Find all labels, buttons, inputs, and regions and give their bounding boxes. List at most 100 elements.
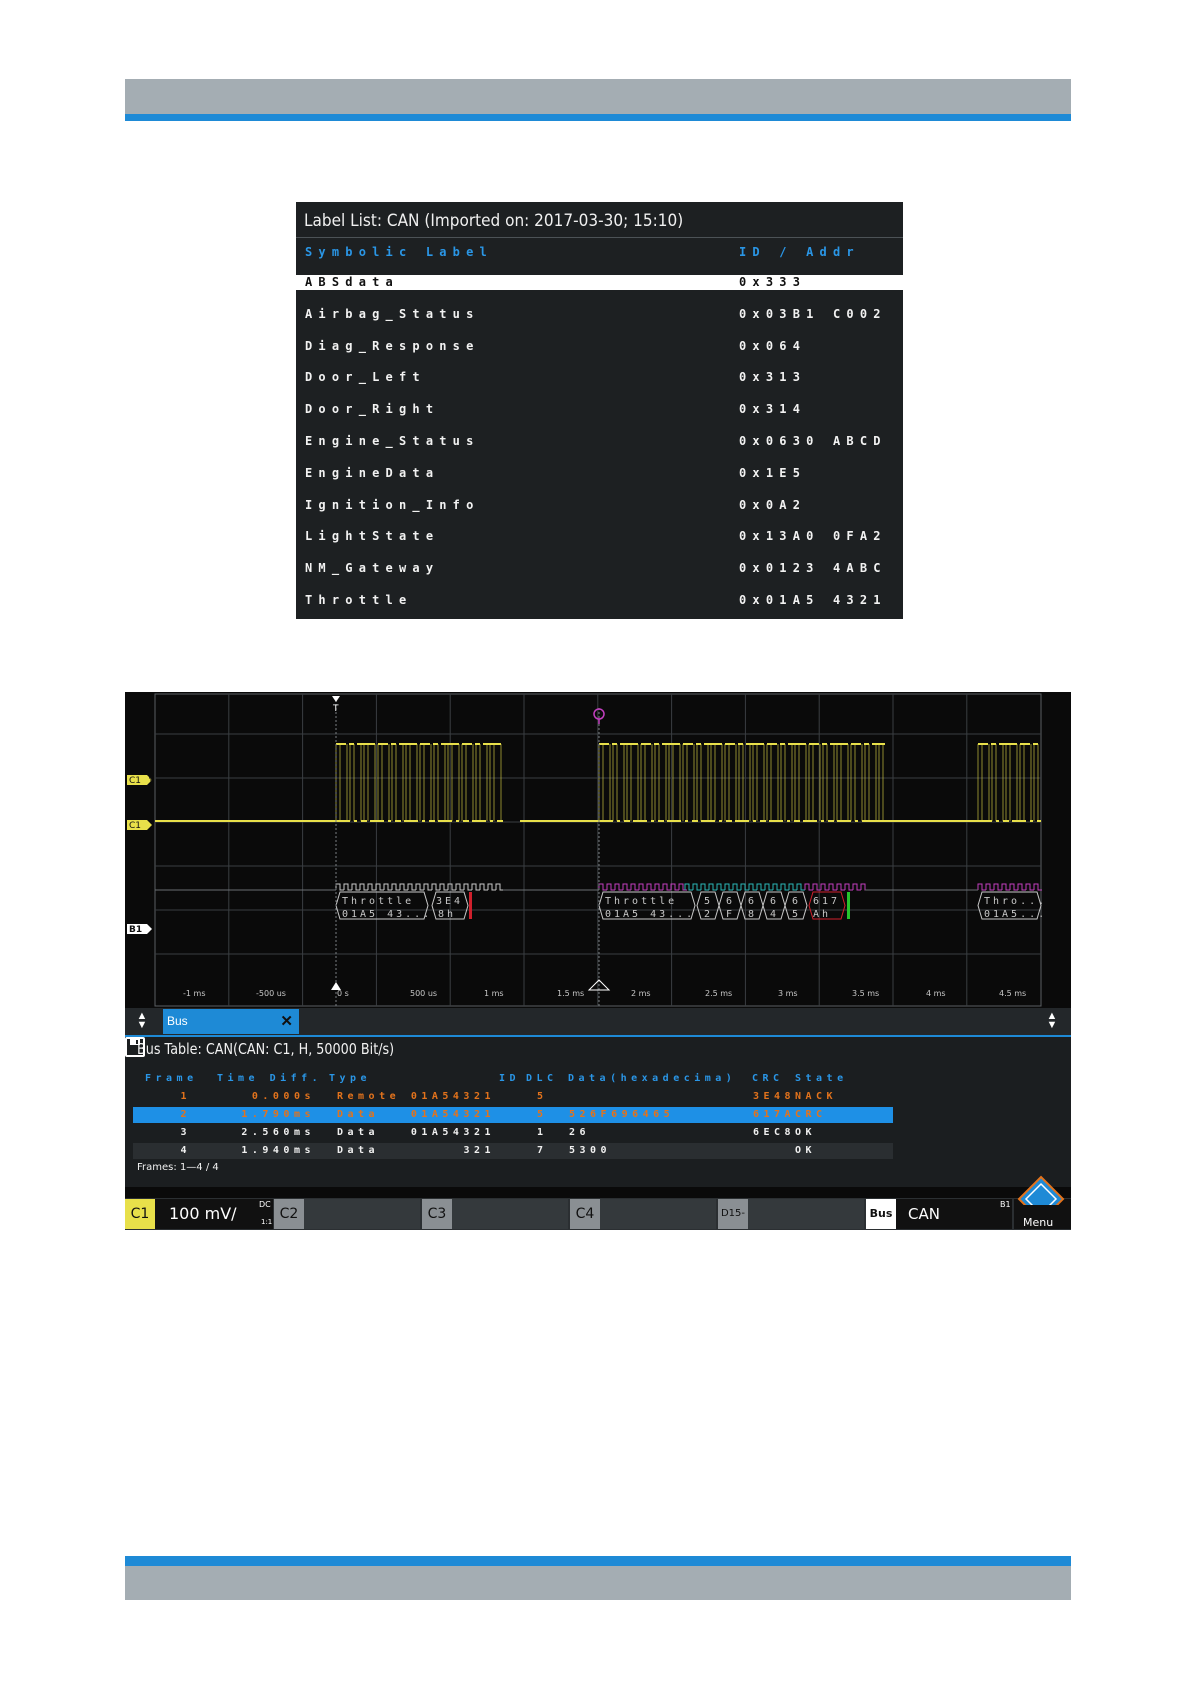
channel-c4-tag: C4	[570, 1199, 600, 1229]
symbolic-label-cell: Engine_Status	[305, 434, 480, 448]
channel-c1-ratio: 1:1	[261, 1218, 273, 1226]
decode-label: Ah	[813, 909, 831, 920]
cell-time: 2.560ms	[241, 1127, 315, 1138]
cell-frame: 1	[180, 1091, 191, 1102]
oscilloscope-screen: Throttle 01A5 43... 3E4 8h Throttle 01A5 43..…	[125, 692, 1071, 1230]
time-tick-label: 4 ms	[926, 989, 946, 998]
symbolic-label-cell: Throttle	[305, 593, 413, 607]
channel-bus-tag: Bus	[866, 1199, 896, 1229]
column-header-data[interactable]: Data(hexadecima)	[568, 1073, 736, 1084]
time-tick-label: -1 ms	[183, 989, 205, 998]
cell-data: 26	[569, 1127, 591, 1138]
menu-label: Menu	[1023, 1216, 1054, 1229]
symbolic-label-cell: Ignition_Info	[305, 497, 480, 512]
id-addr-cell: 0x333	[739, 275, 807, 289]
column-header-symbolic-label[interactable]: Symbolic Label	[305, 245, 493, 259]
cell-type: Data	[337, 1127, 380, 1138]
channel-c2-button[interactable]: C2	[274, 1199, 420, 1229]
id-addr-cell: 0x314	[739, 402, 807, 417]
scroll-tabs-updown-icon[interactable]: ▲ ▼	[133, 1011, 151, 1032]
decode-label: 6	[748, 896, 757, 907]
cell-state: OK	[795, 1145, 817, 1156]
decode-label: 4	[770, 909, 779, 920]
label-list-row[interactable]: Ignition_Info 0x0A2	[296, 498, 903, 513]
trigger-label: T	[332, 704, 339, 714]
bus-table-row[interactable]: 2 1.790ms Data 01A54321 5 526F696465 617A CRC	[133, 1107, 893, 1123]
channel-c1-button[interactable]: C1 100 mV/ DC 1:1	[125, 1199, 273, 1229]
symbolic-label-cell: EngineData	[305, 465, 440, 480]
decode-label: 2	[704, 909, 713, 920]
decode-label: Thro...	[984, 896, 1047, 907]
cell-id: 01A54321	[410, 1109, 495, 1120]
label-list-row[interactable]: NM_Gateway 0x0123 4ABC	[296, 561, 903, 576]
cell-data: 5300	[569, 1145, 612, 1156]
tab-bus[interactable]: Bus ✕	[163, 1009, 299, 1034]
decode-label: 8h	[438, 909, 456, 920]
id-addr-cell: 0x0123 4ABC	[739, 561, 887, 576]
column-header-time-diff[interactable]: Time Diff.	[217, 1073, 322, 1084]
decode-label: 01A5 43...	[342, 909, 432, 920]
column-header-type[interactable]: Type	[329, 1073, 371, 1084]
symbolic-label-cell: LightState	[305, 529, 440, 544]
channel-c4-button[interactable]: C4	[570, 1199, 716, 1229]
column-header-crc[interactable]: CRC	[752, 1073, 784, 1084]
channel-c1-scale: 100 mV/	[169, 1204, 237, 1223]
cell-id: 01A54321	[410, 1127, 495, 1138]
cell-type: Remote	[337, 1091, 401, 1102]
label-list-row[interactable]: EngineData 0x1E5	[296, 466, 903, 481]
decode-label: 617	[813, 896, 840, 907]
bus-table-row[interactable]: 1 0.000s Remote 01A54321 5 3E48 NACK	[133, 1089, 893, 1105]
cell-id: 01A54321	[410, 1091, 495, 1102]
channel-digital-button[interactable]: D15-8	[718, 1199, 864, 1229]
time-tick-label: 500 us	[410, 989, 437, 998]
label-list-row[interactable]: ABSdata 0x333	[296, 275, 903, 290]
label-list-row[interactable]: Throttle 0x01A5 4321	[296, 593, 903, 608]
id-addr-cell: 0x064	[739, 338, 807, 353]
column-header-id[interactable]: ID	[499, 1073, 520, 1084]
frames-value: 1—4 / 4	[179, 1162, 219, 1173]
waveform-display[interactable]: Throttle 01A5 43... 3E4 8h Throttle 01A5 43..…	[125, 692, 1071, 1008]
channel-c2-tag: C2	[274, 1199, 304, 1229]
column-header-dlc[interactable]: DLC	[526, 1073, 558, 1084]
label-list-row[interactable]: LightState 0x13A0 0FA2	[296, 529, 903, 544]
menu-button[interactable]: Menu	[1014, 1175, 1071, 1229]
footer-blue-rule	[125, 1556, 1071, 1566]
bus-table-panel: Bus Table: CAN(CAN: C1, H, 50000 Bit/s) …	[125, 1037, 1071, 1187]
frames-label: Frames:	[137, 1162, 177, 1173]
cell-frame: 3	[180, 1127, 191, 1138]
channel-bus-button[interactable]: Bus CAN B1	[866, 1199, 1012, 1229]
column-header-frame[interactable]: Frame	[145, 1073, 198, 1084]
decode-label: Throttle	[605, 896, 677, 907]
symbolic-label-cell: Door_Right	[305, 402, 440, 417]
time-tick-label: 3.5 ms	[852, 989, 879, 998]
close-icon[interactable]: ✕	[280, 1012, 293, 1030]
cell-state: NACK	[795, 1091, 838, 1102]
label-list-row[interactable]: Airbag_Status 0x03B1 C002	[296, 307, 903, 322]
header-blue-rule	[125, 114, 1071, 121]
symbolic-label-cell: Door_Left	[305, 370, 426, 385]
channel-c3-button[interactable]: C3	[422, 1199, 568, 1229]
label-list-row[interactable]: Diag_Response 0x064	[296, 339, 903, 354]
footer-gray-band	[125, 1566, 1071, 1600]
decode-label: 01A5...	[984, 909, 1047, 920]
channel-digital-tag: D15-8	[718, 1199, 748, 1229]
label-list-row[interactable]: Door_Right 0x314	[296, 402, 903, 417]
bus-table-row[interactable]: 3 2.560ms Data 01A54321 1 26 6EC8 OK	[133, 1125, 893, 1141]
id-addr-cell: 0x13A0 0FA2	[739, 529, 887, 544]
cell-crc: 617A	[753, 1109, 796, 1120]
label-list-row[interactable]: Door_Left 0x313	[296, 370, 903, 385]
cell-frame: 2	[180, 1109, 191, 1120]
bus-table-row[interactable]: 4 1.940ms Data 321 7 5300 OK	[133, 1143, 893, 1159]
c1-offset-label: C1	[129, 821, 141, 831]
save-icon[interactable]	[125, 1037, 145, 1057]
decode-label: 3E4	[436, 896, 463, 907]
channel-c3-tag: C3	[422, 1199, 452, 1229]
channel-c1-tag: C1	[125, 1199, 155, 1229]
label-list-divider	[296, 237, 903, 238]
label-list-row[interactable]: Engine_Status 0x0630 ABCD	[296, 434, 903, 449]
column-header-id-addr[interactable]: ID / Addr	[739, 245, 860, 259]
column-header-state[interactable]: State	[795, 1073, 848, 1084]
scroll-panels-updown-icon[interactable]: ▲ ▼	[1043, 1011, 1061, 1032]
cell-frame: 4	[180, 1145, 191, 1156]
decode-label: Throttle	[342, 896, 414, 907]
